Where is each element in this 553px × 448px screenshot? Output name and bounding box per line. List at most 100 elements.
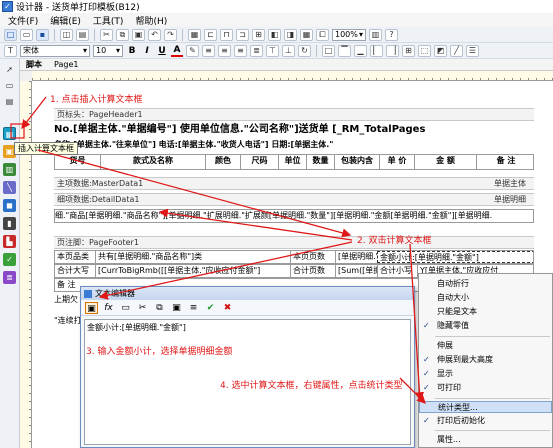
fit-icon[interactable]: ⧠ xyxy=(316,28,329,41)
frame-top-icon[interactable]: ▔ xyxy=(338,44,351,57)
chart-tool-icon[interactable]: ▙ xyxy=(3,235,16,248)
paste-icon[interactable]: ▣ xyxy=(170,302,183,314)
frame-icon[interactable]: □ xyxy=(322,44,335,57)
size-icon[interactable]: ⊞ xyxy=(252,28,265,41)
shape-tool-icon[interactable]: ◼ xyxy=(3,199,16,212)
rotate-icon[interactable]: ↻ xyxy=(298,44,311,57)
menu-item-properties[interactable]: 属性... xyxy=(419,434,552,446)
menu-help[interactable]: 帮助(H) xyxy=(129,14,173,27)
info-text-row[interactable]: 名称:[单据主体."往来单位"] 电话:[单据主体."收货人电话"] 日期:[单… xyxy=(54,139,534,153)
fx-button[interactable]: fx xyxy=(102,302,115,314)
insert-expression-icon[interactable]: ▣ xyxy=(85,301,98,314)
frame-left-icon[interactable]: ▏ xyxy=(370,44,383,57)
menu-item-stretch[interactable]: 伸展 xyxy=(419,340,552,352)
footer-row-1[interactable]: 本页品类 共有[单据明细."商品名称"]类 本页页数 [单据明细."金额"] 金… xyxy=(54,250,534,264)
menu-item-init-after-print[interactable]: ✓ 打印后初始化 xyxy=(419,415,552,427)
highlight-icon[interactable]: ✎ xyxy=(186,44,199,57)
cancel-icon[interactable]: ✖ xyxy=(221,302,234,314)
tab-script[interactable]: 脚本 xyxy=(20,59,48,70)
tab-page1[interactable]: Page1 xyxy=(48,60,84,69)
valign-bottom-icon[interactable]: ⊥ xyxy=(282,44,295,57)
text-align-left-icon[interactable]: ≡ xyxy=(202,44,215,57)
select-tool-icon[interactable]: ➚ xyxy=(3,63,16,76)
word-wrap-icon[interactable]: ≡ xyxy=(187,302,200,314)
send-back-icon[interactable]: ◨ xyxy=(284,28,297,41)
font-color-button[interactable]: A xyxy=(171,45,183,57)
subreport-tool-icon[interactable]: ▥ xyxy=(3,163,16,176)
font-name-select[interactable]: 宋体 xyxy=(20,44,90,57)
menu-item-word-wrap[interactable]: 自动折行 xyxy=(419,278,552,290)
page-setup-icon[interactable]: ▥ xyxy=(369,28,382,41)
menu-separator xyxy=(435,430,550,431)
copy-icon[interactable]: ⧉ xyxy=(116,28,129,41)
menu-item-stretch-max[interactable]: ✓ 伸展到最大高度 xyxy=(419,354,552,366)
line-width-icon[interactable]: ☰ xyxy=(466,44,479,57)
menu-edit[interactable]: 编辑(E) xyxy=(44,14,87,27)
detail-row[interactable]: 细."商品[单据明细."商品名称"][单据明细."扩展明细."扩展颜[单据明细.… xyxy=(54,209,534,223)
text-align-right-icon[interactable]: ≡ xyxy=(234,44,247,57)
align-left-icon[interactable]: ⊏ xyxy=(204,28,217,41)
copy-icon[interactable]: ⧉ xyxy=(153,302,166,314)
col-pack: 包装内含 xyxy=(334,155,379,169)
menu-item-printable[interactable]: ✓ 可打印 xyxy=(419,382,552,394)
menu-file[interactable]: 文件(F) xyxy=(2,14,44,27)
insert-field-icon[interactable]: ▭ xyxy=(119,302,132,314)
line-tool-icon[interactable]: ╲ xyxy=(3,181,16,194)
check-icon: ✓ xyxy=(423,416,430,425)
frame-right-icon[interactable]: ▕ xyxy=(386,44,399,57)
master-data-band[interactable]: 主项数据:MasterData1 单据主体 xyxy=(54,177,534,190)
grid-icon[interactable]: ▦ xyxy=(300,28,313,41)
valign-top-icon[interactable]: ⊤ xyxy=(266,44,279,57)
bold-button[interactable]: B xyxy=(126,46,138,56)
paste-icon[interactable]: ▣ xyxy=(132,28,145,41)
menu-item-label: 显示 xyxy=(437,369,453,378)
preview-icon[interactable]: ◫ xyxy=(60,28,73,41)
italic-button[interactable]: I xyxy=(141,46,153,56)
menu-item-hide-zero[interactable]: ✓ 隐藏零值 xyxy=(419,320,552,332)
frame-bottom-icon[interactable]: ▁ xyxy=(354,44,367,57)
column-header-row[interactable]: 货号 款式及名称 颜色 尺码 单位 数量 包装内含 单 价 金 额 备 注 xyxy=(54,154,534,170)
barcode-tool-icon[interactable]: ▮ xyxy=(3,217,16,230)
zoom-select[interactable]: 100% xyxy=(332,28,366,41)
title-text-row[interactable]: No.[单据主体."单据编号"] 使用单位信息."公司名称"]送货单 [_RM_… xyxy=(54,122,534,138)
page-footer-band[interactable]: 页注脚：PageFooter1 xyxy=(54,236,534,249)
menu-item-text-only[interactable]: 只能是文本 xyxy=(419,306,552,318)
richtext-tool-icon[interactable]: ≣ xyxy=(3,271,16,284)
menu-item-visible[interactable]: ✓ 显示 xyxy=(419,368,552,380)
fill-color-icon[interactable]: ◩ xyxy=(434,44,447,57)
text-tool-icon[interactable]: ▤ xyxy=(3,95,16,108)
calc-subtotal-textbox[interactable]: 金额小计:[单据明细."金额"] xyxy=(377,251,533,263)
undo-icon[interactable]: ↶ xyxy=(148,28,161,41)
col-color: 颜色 xyxy=(205,155,240,169)
calc-text-tool-icon[interactable]: ▦ xyxy=(3,127,16,140)
menu-item-aggregate-type[interactable]: 统计类型... xyxy=(419,401,552,413)
checkbox-tool-icon[interactable]: ✓ xyxy=(3,253,16,266)
save-icon[interactable]: ▪ xyxy=(36,28,49,41)
help-icon[interactable]: ? xyxy=(385,28,398,41)
open-icon[interactable]: ▭ xyxy=(20,28,33,41)
align-right-icon[interactable]: ⊐ xyxy=(236,28,249,41)
ok-icon[interactable]: ✔ xyxy=(204,302,217,314)
frame-all-icon[interactable]: ⊞ xyxy=(402,44,415,57)
cut-icon[interactable]: ✂ xyxy=(136,302,149,314)
text-justify-icon[interactable]: ≣ xyxy=(250,44,263,57)
footer-category-label: 本页品类 xyxy=(57,252,89,261)
redo-icon[interactable]: ↷ xyxy=(164,28,177,41)
cut-icon[interactable]: ✂ xyxy=(100,28,113,41)
font-size-select[interactable]: 10 xyxy=(93,44,123,57)
line-color-icon[interactable]: ╱ xyxy=(450,44,463,57)
detail-data-band[interactable]: 细项数据:DetailData1 单据明细 xyxy=(54,193,534,206)
band-tool-icon[interactable]: ▭ xyxy=(3,79,16,92)
menu-item-auto-size[interactable]: 自动大小 xyxy=(419,292,552,304)
frame-none-icon[interactable]: ⬚ xyxy=(418,44,431,57)
align-grid-icon[interactable]: ▦ xyxy=(188,28,201,41)
print-icon[interactable]: ▤ xyxy=(76,28,89,41)
underline-button[interactable]: U xyxy=(156,46,168,56)
menu-tools[interactable]: 工具(T) xyxy=(87,14,130,27)
align-center-icon[interactable]: ⊓ xyxy=(220,28,233,41)
text-align-center-icon[interactable]: ≡ xyxy=(218,44,231,57)
new-icon[interactable]: □ xyxy=(4,28,17,41)
page-header-band[interactable]: 页标头：PageHeader1 xyxy=(54,108,534,121)
info-text: 名称:[单据主体."往来单位"] 电话:[单据主体."收货人电话"] 日期:[单… xyxy=(54,140,334,149)
bring-front-icon[interactable]: ◧ xyxy=(268,28,281,41)
